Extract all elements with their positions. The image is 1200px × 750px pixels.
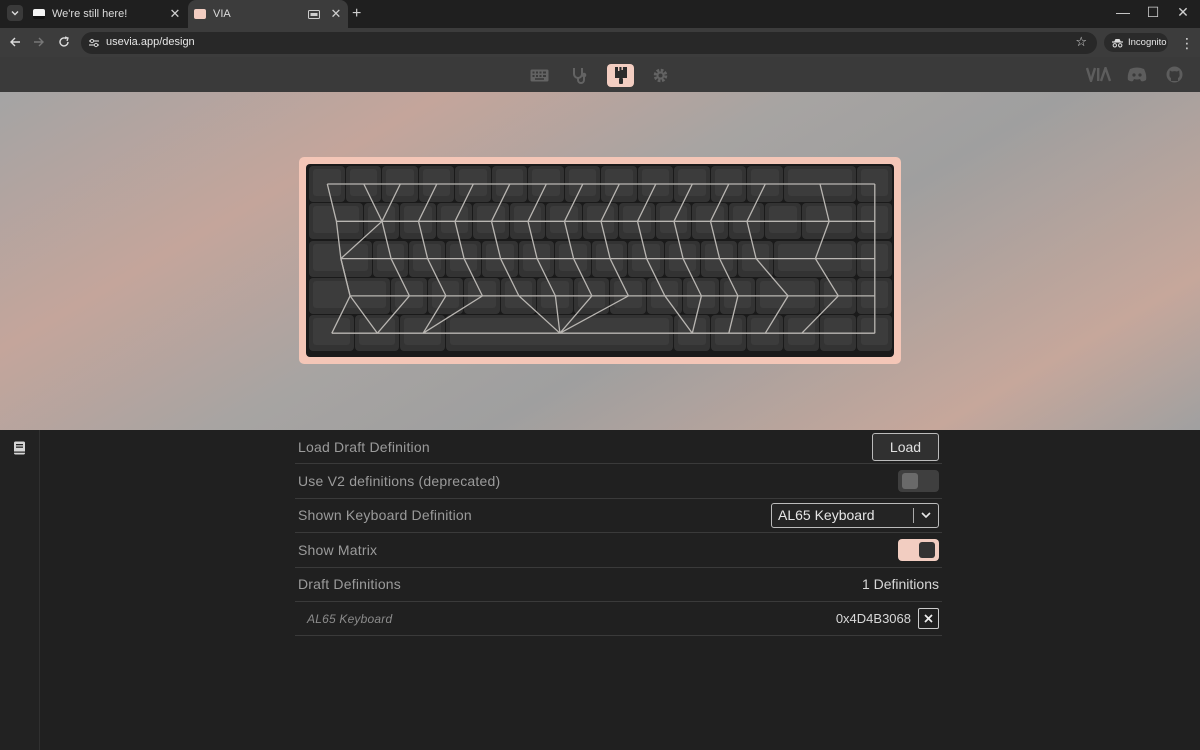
keyboard-case (299, 157, 901, 364)
incognito-badge[interactable]: Incognito (1104, 33, 1168, 52)
load-draft-row: Load Draft Definition Load (295, 430, 942, 465)
shown-definition-select[interactable]: AL65 Keyboard (771, 502, 939, 528)
draft-definitions-label: Draft Definitions (298, 576, 401, 593)
tab-title: We're still here! (52, 8, 128, 20)
url-text: usevia.app/design (106, 36, 195, 48)
app-top-bar (0, 57, 1200, 92)
use-v2-toggle[interactable] (898, 470, 939, 493)
forward-icon[interactable] (31, 34, 47, 50)
definition-name: AL65 Keyboard (307, 611, 393, 626)
load-draft-label: Load Draft Definition (298, 438, 430, 455)
stethoscope-icon (572, 67, 586, 84)
close-icon (924, 614, 933, 623)
reload-icon[interactable] (56, 34, 72, 50)
show-matrix-row: Show Matrix (295, 533, 942, 568)
definition-id-group: 0x4D4B3068 (835, 608, 939, 630)
close-tab-icon[interactable]: ✕ (167, 6, 183, 22)
nav-configure[interactable] (526, 64, 553, 87)
selected-definition-value: AL65 Keyboard (778, 507, 875, 524)
left-sidebar (0, 430, 40, 750)
site-favicon-icon (33, 9, 45, 19)
discord-link[interactable] (1127, 67, 1147, 87)
tab-title: VIA (213, 8, 231, 20)
keyboard-preview-area (0, 92, 1200, 430)
github-icon (1166, 66, 1183, 83)
key-matrix-overlay (326, 183, 876, 334)
new-tab-button[interactable]: + (352, 5, 361, 23)
tab-search-button[interactable] (7, 5, 23, 21)
minimize-icon[interactable]: — (1115, 4, 1131, 20)
browser-tab-strip: We're still here! ✕ VIA ✕ + — ☐ ✕ (0, 0, 1200, 28)
address-bar[interactable]: usevia.app/design ☆ (81, 32, 1097, 54)
nav-settings[interactable] (647, 64, 674, 87)
incognito-icon (1112, 38, 1123, 48)
close-tab-icon[interactable]: ✕ (328, 6, 344, 22)
maximize-icon[interactable]: ☐ (1145, 4, 1161, 21)
use-v2-label: Use V2 definitions (deprecated) (298, 473, 501, 490)
github-link[interactable] (1166, 66, 1183, 88)
book-icon (14, 441, 25, 455)
definition-list-item: AL65 Keyboard 0x4D4B3068 (295, 602, 942, 637)
definition-vendor-product-id: 0x4D4B3068 (835, 611, 911, 627)
shown-definition-label: Shown Keyboard Definition (298, 507, 472, 524)
nav-design[interactable] (607, 64, 634, 87)
discord-icon (1127, 67, 1147, 82)
chevron-down-icon (11, 11, 19, 16)
browser-menu-icon[interactable]: ⋮ (1180, 35, 1194, 52)
tab-were-still-here[interactable]: We're still here! ✕ (27, 0, 187, 28)
close-window-icon[interactable]: ✕ (1175, 4, 1191, 21)
nav-test[interactable] (566, 64, 593, 87)
tab-via[interactable]: VIA ✕ (188, 0, 348, 28)
sidebar-item-definitions[interactable] (13, 441, 26, 460)
design-settings-panel: Load Draft Definition Load Use V2 defini… (295, 430, 942, 637)
site-info-icon[interactable] (87, 36, 101, 50)
via-logo-icon (1085, 64, 1112, 86)
definitions-count: 1 Definitions (861, 576, 939, 593)
keyboard-plate (306, 164, 894, 357)
media-icon (308, 9, 320, 19)
back-icon[interactable] (7, 34, 23, 50)
chevron-down-icon[interactable] (914, 512, 938, 519)
show-matrix-toggle[interactable] (898, 538, 939, 561)
remove-definition-button[interactable] (918, 608, 939, 630)
gear-icon (653, 68, 668, 83)
via-logo[interactable] (1085, 64, 1112, 87)
paint-brush-icon (614, 67, 627, 84)
draft-definitions-row: Draft Definitions 1 Definitions (295, 568, 942, 602)
show-matrix-label: Show Matrix (298, 541, 378, 558)
via-favicon-icon (194, 9, 206, 19)
load-button[interactable]: Load (872, 432, 939, 461)
bookmark-star-icon[interactable]: ☆ (1075, 34, 1087, 50)
incognito-label: Incognito (1128, 37, 1167, 48)
shown-definition-row: Shown Keyboard Definition AL65 Keyboard (295, 499, 942, 534)
use-v2-row: Use V2 definitions (deprecated) (295, 464, 942, 499)
keyboard-icon (530, 69, 549, 82)
